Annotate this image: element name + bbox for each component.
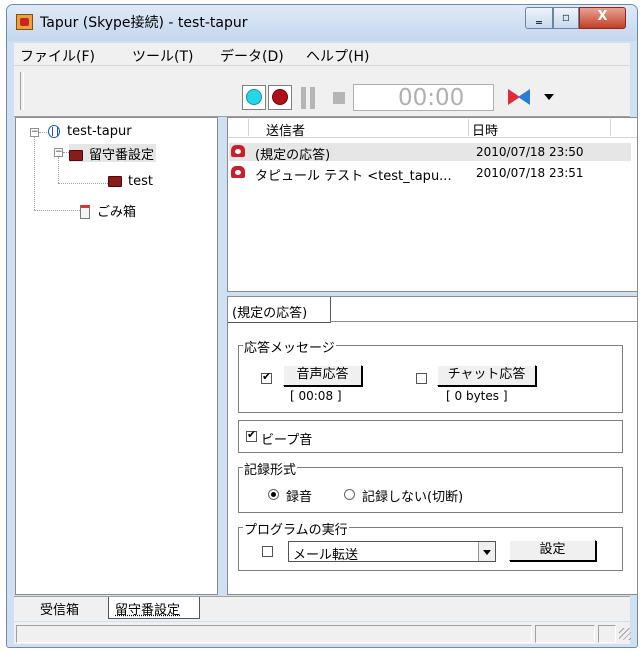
tree-item-label: 留守番設定 <box>89 148 155 163</box>
collapse-root-icon[interactable]: − <box>30 128 39 137</box>
menu-bar: ファイル(F) ツール(T) データ(D) ヘルプ(H) <box>14 43 630 66</box>
transfer-dropdown-button[interactable] <box>542 90 556 104</box>
tab-label: (規定の応答) <box>232 306 308 321</box>
tree-item-label: test <box>128 174 153 189</box>
tree-item-root[interactable]: test-tapur <box>48 124 134 142</box>
tree-line <box>34 137 36 210</box>
user-icon <box>48 125 60 138</box>
program-select-value: メール転送 <box>293 548 359 563</box>
voice-response-checkbox[interactable] <box>261 370 272 384</box>
tree-item-answering-settings[interactable]: 留守番設定 <box>69 144 157 163</box>
status-panel <box>598 625 616 643</box>
beep-checkbox[interactable] <box>246 428 257 442</box>
folder-icon <box>108 176 122 187</box>
tree-line <box>58 157 60 183</box>
trash-icon <box>80 205 90 219</box>
resize-grip-icon[interactable] <box>619 628 631 640</box>
toolbar <box>14 66 630 117</box>
pause-button[interactable] <box>299 87 319 109</box>
sender-cell: タピュール テスト <test_tapu... <box>255 169 452 184</box>
tab-label: 受信箱 <box>40 603 80 618</box>
column-separator[interactable] <box>468 119 469 136</box>
maximize-icon: ▫ <box>561 10 571 24</box>
column-header-sender[interactable]: 送信者 <box>266 120 305 139</box>
window-title: Tapur (Skype接続) - test-tapur <box>40 15 248 31</box>
play-button[interactable] <box>242 85 266 110</box>
column-separator[interactable] <box>248 119 249 136</box>
no-record-radio-label[interactable]: 記録しない(切断) <box>362 486 463 505</box>
menu-data[interactable]: データ(D) <box>220 46 284 66</box>
beep-label[interactable]: ビープ音 <box>261 429 312 448</box>
tab-default-response[interactable]: (規定の応答) <box>228 297 331 323</box>
group-title: プログラムの実行 <box>243 519 349 538</box>
column-separator[interactable] <box>610 119 611 136</box>
transfer-button[interactable] <box>506 85 536 110</box>
menu-tools[interactable]: ツール(T) <box>132 46 193 66</box>
status-panel <box>16 625 532 643</box>
timer-value: 00:00 <box>398 85 465 111</box>
program-checkbox[interactable] <box>262 546 273 557</box>
voice-response-button[interactable]: 音声応答 <box>283 365 362 386</box>
tab-strip-divider <box>330 321 637 322</box>
tree-item-test[interactable]: test <box>108 174 155 192</box>
chevron-down-icon[interactable] <box>478 542 495 561</box>
voice-duration: [ 00:08 ] <box>290 389 342 403</box>
tree-line <box>39 132 47 134</box>
tree-line <box>34 210 80 212</box>
tree-line <box>58 183 108 185</box>
program-select[interactable]: メール転送 <box>288 541 496 563</box>
menu-file[interactable]: ファイル(F) <box>20 46 95 66</box>
settings-button[interactable]: 設定 <box>509 540 596 561</box>
menu-help[interactable]: ヘルプ(H) <box>306 46 369 66</box>
group-title: 記録形式 <box>243 459 298 478</box>
phone-icon <box>231 166 245 178</box>
list-item[interactable]: タピュール テスト <test_tapu... 2010/07/18 23:51 <box>229 164 631 184</box>
collapse-folder-icon[interactable]: − <box>54 148 63 157</box>
close-icon: X <box>597 9 608 24</box>
tab-answering-settings[interactable]: 留守番設定 <box>108 597 200 619</box>
record-radio[interactable] <box>268 489 279 500</box>
date-cell: 2010/07/18 23:51 <box>476 166 584 180</box>
tree-item-trash[interactable]: ごみ箱 <box>80 201 138 220</box>
list-item[interactable]: (規定の応答) 2010/07/18 23:50 <box>229 143 631 163</box>
phone-icon <box>231 145 245 157</box>
tab-inbox[interactable]: 受信箱 <box>18 597 100 618</box>
record-radio-label[interactable]: 録音 <box>286 486 312 505</box>
timer-display: 00:00 <box>353 84 494 111</box>
tree-item-label: test-tapur <box>67 124 132 139</box>
minimize-button[interactable]: ‗ <box>525 7 553 29</box>
close-button[interactable]: X <box>579 7 626 29</box>
list-header: 送信者 日時 <box>228 118 637 139</box>
minimize-icon: ‗ <box>536 10 542 24</box>
group-title: 応答メッセージ <box>243 337 336 356</box>
chat-response-checkbox[interactable] <box>416 373 427 384</box>
date-cell: 2010/07/18 23:50 <box>476 145 584 159</box>
chat-size: [ 0 bytes ] <box>446 389 508 403</box>
toolbar-grip[interactable] <box>20 72 24 110</box>
tree-item-label: ごみ箱 <box>97 205 137 220</box>
no-record-radio[interactable] <box>344 489 355 500</box>
app-icon <box>16 14 33 30</box>
stop-button[interactable] <box>333 92 345 104</box>
column-header-date[interactable]: 日時 <box>472 120 498 139</box>
status-panel <box>535 625 595 643</box>
bottom-tab-strip <box>14 596 630 621</box>
sender-cell: (規定の応答) <box>255 148 331 163</box>
tab-label: 留守番設定 <box>115 603 181 618</box>
record-button[interactable] <box>268 85 292 110</box>
chat-response-button[interactable]: チャット応答 <box>437 365 536 386</box>
maximize-button[interactable]: ▫ <box>553 7 579 29</box>
folder-icon <box>69 150 83 161</box>
